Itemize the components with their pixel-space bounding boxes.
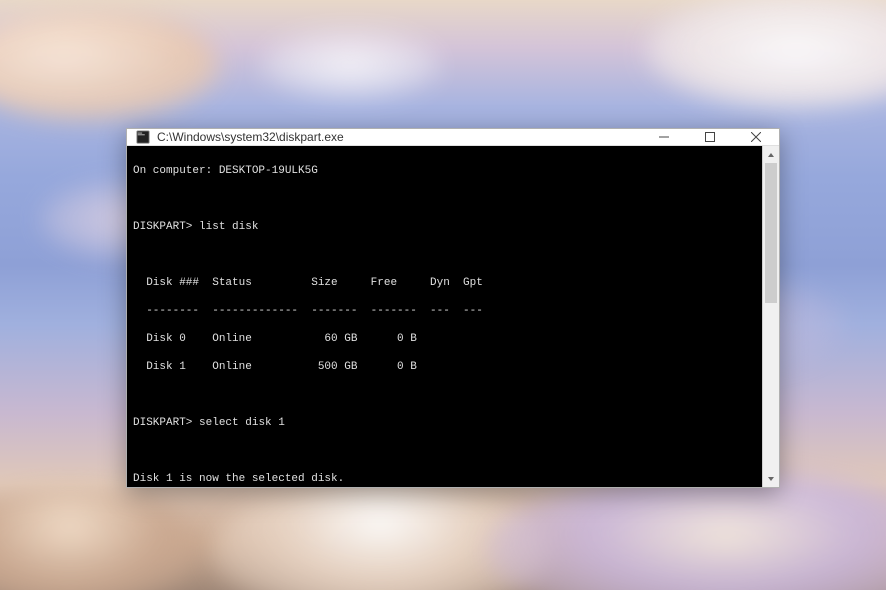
app-icon — [135, 129, 151, 145]
vertical-scrollbar[interactable] — [762, 146, 779, 487]
computer-line: On computer: DESKTOP-19ULK5G — [133, 164, 756, 178]
prompt: DISKPART> — [133, 221, 192, 233]
close-button[interactable] — [733, 129, 779, 145]
blank-line — [133, 192, 756, 206]
blank-line — [133, 444, 756, 458]
window-controls — [641, 129, 779, 145]
cloud-decoration — [260, 30, 440, 100]
terminal-output[interactable]: On computer: DESKTOP-19ULK5G DISKPART> l… — [127, 146, 762, 487]
select-result: Disk 1 is now the selected disk. — [133, 472, 756, 486]
scroll-thumb[interactable] — [765, 163, 777, 303]
cloud-decoration — [486, 470, 886, 590]
cloud-decoration — [0, 490, 200, 590]
minimize-button[interactable] — [641, 129, 687, 145]
prompt-line: DISKPART> select disk 1 — [133, 416, 756, 430]
cloud-decoration — [0, 10, 220, 120]
scroll-down-arrow-icon[interactable] — [763, 470, 779, 487]
titlebar[interactable]: C:\Windows\system32\diskpart.exe — [127, 129, 779, 146]
scroll-up-arrow-icon[interactable] — [763, 146, 779, 163]
prompt: DISKPART> — [133, 417, 192, 429]
maximize-button[interactable] — [687, 129, 733, 145]
window-title: C:\Windows\system32\diskpart.exe — [157, 130, 344, 144]
app-window: C:\Windows\system32\diskpart.exe On comp… — [126, 128, 780, 488]
disk-table-header: Disk ### Status Size Free Dyn Gpt — [133, 276, 756, 290]
cloud-decoration — [210, 480, 550, 590]
disk-row: Disk 0 Online 60 GB 0 B — [133, 332, 756, 346]
command-select-disk: select disk 1 — [199, 417, 285, 429]
disk-table-divider: -------- ------------- ------- ------- -… — [133, 304, 756, 318]
command-list-disk: list disk — [199, 221, 258, 233]
blank-line — [133, 248, 756, 262]
blank-line — [133, 388, 756, 402]
cloud-decoration — [646, 0, 886, 110]
terminal-area: On computer: DESKTOP-19ULK5G DISKPART> l… — [127, 146, 779, 487]
disk-row: Disk 1 Online 500 GB 0 B — [133, 360, 756, 374]
prompt-line: DISKPART> list disk — [133, 220, 756, 234]
